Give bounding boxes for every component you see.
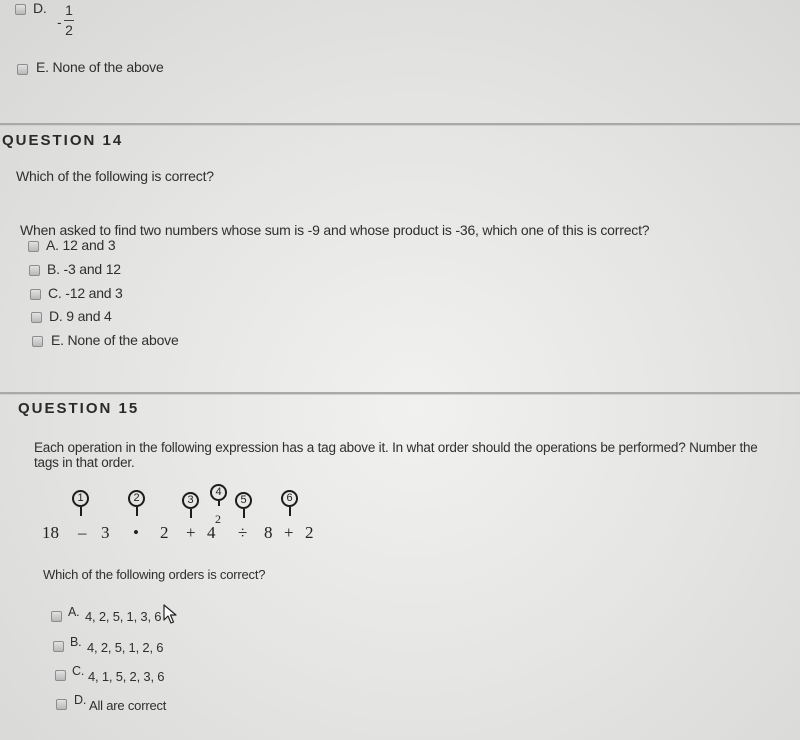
tag-5-circle: 5 xyxy=(235,492,252,509)
option-e-label: E. None of the above xyxy=(36,59,164,75)
q14-option-c-checkbox[interactable] xyxy=(30,289,41,300)
expr-op-minus: – xyxy=(78,523,87,542)
tag-5: 5 xyxy=(235,492,255,522)
expr-term-2: 2 xyxy=(160,523,169,542)
tag-1-stem xyxy=(79,507,82,516)
tag-6-circle: 6 xyxy=(281,490,298,507)
fraction-bar xyxy=(64,20,74,21)
question-14-prompt: Which of the following is correct? xyxy=(16,168,214,184)
expr-op-plus: + xyxy=(186,523,196,542)
question-15-body-line2: tags in that order. xyxy=(34,455,135,470)
tag-5-stem xyxy=(242,509,245,518)
tag-4: 4 xyxy=(210,484,230,514)
tag-2-circle: 2 xyxy=(128,490,145,507)
option-d-checkbox[interactable] xyxy=(15,4,26,15)
expr-exponent-2: 2 xyxy=(215,512,221,526)
q14-option-a-label[interactable]: A. 12 and 3 xyxy=(46,237,116,253)
expr-term-3: 3 xyxy=(101,523,110,542)
q15-option-d-label[interactable]: All are correct xyxy=(89,698,166,713)
q15-option-a-letter: A. xyxy=(68,605,80,619)
fraction-one-half: 1 2 xyxy=(64,2,74,39)
q14-option-b-checkbox[interactable] xyxy=(29,265,40,276)
tag-1-circle: 1 xyxy=(72,490,89,507)
expr-term-8: 8 xyxy=(264,523,273,542)
question-15-sub-prompt: Which of the following orders is correct… xyxy=(43,567,266,582)
expr-op-plus-2: + xyxy=(284,523,294,542)
q15-option-a-label[interactable]: 4, 2, 5, 1, 3, 6 xyxy=(85,609,162,624)
tag-6-stem xyxy=(288,507,291,516)
option-e-checkbox[interactable] xyxy=(17,64,28,75)
expr-term-18: 18 xyxy=(42,523,59,542)
q15-option-b-letter: B. xyxy=(70,635,82,649)
q14-option-e-checkbox[interactable] xyxy=(32,336,43,347)
q14-option-d-label[interactable]: D. 9 and 4 xyxy=(49,308,112,324)
question-15-body-line1: Each operation in the following expressi… xyxy=(34,440,758,455)
q14-option-a-checkbox[interactable] xyxy=(28,241,39,252)
fraction-sign: - xyxy=(57,14,62,30)
fraction-numerator: 1 xyxy=(65,2,73,18)
fraction-denominator: 2 xyxy=(65,22,73,38)
option-d-letter: D. xyxy=(33,0,47,16)
tag-3-stem xyxy=(189,509,192,518)
section-divider xyxy=(0,392,800,395)
expr-term-2b: 2 xyxy=(305,523,314,542)
section-divider xyxy=(0,123,800,126)
q15-option-a-checkbox[interactable] xyxy=(51,611,62,622)
question-14-body: When asked to find two numbers whose sum… xyxy=(20,222,650,238)
expr-op-divide: ÷ xyxy=(238,523,248,542)
mouse-pointer-icon xyxy=(163,604,177,624)
q15-option-c-checkbox[interactable] xyxy=(55,670,66,681)
tag-6: 6 xyxy=(281,490,301,520)
q15-option-d-letter: D. xyxy=(74,693,87,707)
question-14-heading: QUESTION 14 xyxy=(2,132,124,149)
tag-3-circle: 3 xyxy=(182,492,199,509)
tag-2: 2 xyxy=(128,490,148,520)
question-15-heading: QUESTION 15 xyxy=(18,400,140,417)
q15-option-d-checkbox[interactable] xyxy=(56,699,67,710)
q14-option-c-label[interactable]: C. -12 and 3 xyxy=(48,285,123,301)
expr-op-multiply: • xyxy=(133,523,139,542)
tag-4-stem xyxy=(217,501,220,506)
q15-option-b-label[interactable]: 4, 2, 5, 1, 2, 6 xyxy=(87,640,164,655)
tag-3: 3 xyxy=(182,492,202,522)
tag-4-circle: 4 xyxy=(210,484,227,501)
q15-option-c-label[interactable]: 4, 1, 5, 2, 3, 6 xyxy=(88,669,165,684)
tag-2-stem xyxy=(135,507,138,516)
q15-option-c-letter: C. xyxy=(72,664,85,678)
tag-1: 1 xyxy=(72,490,92,520)
q14-option-d-checkbox[interactable] xyxy=(31,312,42,323)
q15-option-b-checkbox[interactable] xyxy=(53,641,64,652)
q14-option-b-label[interactable]: B. -3 and 12 xyxy=(47,261,121,277)
q14-option-e-label[interactable]: E. None of the above xyxy=(51,332,179,348)
